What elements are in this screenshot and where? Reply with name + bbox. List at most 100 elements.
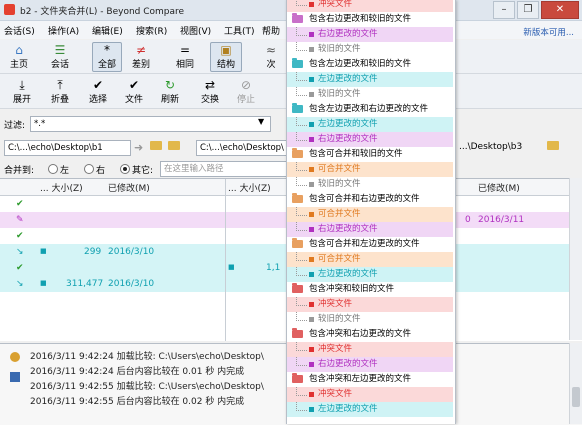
menu-help[interactable]: 帮助 — [262, 24, 280, 37]
file-status-icon — [309, 77, 314, 82]
close-button[interactable]: ✕ — [541, 1, 579, 19]
expand-icon: ⤓ — [19, 78, 25, 92]
log-scroll-thumb[interactable] — [572, 387, 580, 407]
tree-line — [296, 0, 307, 6]
file-status-icon — [309, 92, 314, 97]
refresh-button[interactable]: ↻ 刷新 — [156, 78, 184, 105]
log-gear-icon[interactable] — [10, 352, 20, 362]
menu-tools[interactable]: 工具(T) — [224, 24, 255, 37]
legend-label: 冲突文件 — [318, 0, 353, 9]
col-modified-left[interactable]: 已修改(M) — [108, 181, 150, 194]
refresh-label: 刷新 — [160, 95, 179, 105]
legend-label: 左边更改的文件 — [318, 269, 378, 279]
left-path-input[interactable]: C:\...\echo\Desktop\b1 — [4, 140, 131, 156]
sessions-button[interactable]: ☰ 会话 — [44, 43, 76, 70]
structure-label: 结构 — [216, 60, 235, 70]
legend-file-item: 右边更改的文件 — [287, 222, 453, 237]
grid-scrollbar[interactable] — [569, 178, 582, 340]
stop-button[interactable]: ⊘ 停止 — [232, 78, 260, 105]
legend-label: 右边更改的文件 — [318, 359, 378, 369]
file-status-icon — [309, 227, 314, 232]
legend-label: 包含冲突和较旧的文件 — [309, 284, 395, 294]
right-path-text[interactable]: ...\Desktop\b3 — [459, 142, 522, 152]
sessions-label: 会话 — [50, 60, 69, 70]
tree-line — [296, 207, 307, 216]
folder-icon — [292, 283, 303, 293]
row-check-icon: ✔ — [16, 199, 24, 209]
legend-label: 左边更改的文件 — [318, 404, 378, 414]
check-icon: ✔ — [92, 78, 104, 92]
log-scrollbar[interactable] — [569, 343, 582, 424]
left-up-folder-icon[interactable] — [168, 141, 180, 150]
files-label: 文件 — [124, 95, 143, 105]
file-status-icon — [309, 407, 314, 412]
file-status-icon — [309, 392, 314, 397]
col-size-center[interactable]: ... 大小(Z) — [228, 181, 271, 194]
legend-file-item: 可合并文件 — [287, 162, 453, 177]
swap-button[interactable]: ⇄ 交换 — [196, 78, 224, 105]
tree-line — [296, 162, 307, 171]
legend-file-item: 较旧的文件 — [287, 42, 453, 57]
folder-icon — [292, 373, 303, 383]
show-same-button[interactable]: = 相同 — [172, 43, 198, 70]
legend-label: 左边更改的文件 — [318, 119, 378, 129]
folder-icon — [292, 328, 303, 338]
center-path-input[interactable]: C:\...\echo\Desktop\ — [196, 140, 291, 156]
log-save-icon[interactable] — [10, 372, 20, 382]
row-left-newer-icon: ↘ — [16, 247, 24, 257]
legend-label: 包含可合并和较旧的文件 — [309, 149, 403, 159]
menu-session[interactable]: 会话(S) — [4, 24, 35, 37]
merge-path-input[interactable]: 在这里输入路径 — [160, 161, 289, 177]
filter-dropdown-icon[interactable]: ▼ — [258, 117, 264, 126]
show-all-button[interactable]: * 全部 — [92, 42, 122, 72]
legend-file-item: 冲突文件 — [287, 342, 453, 357]
folder-icon — [292, 13, 303, 23]
menu-search[interactable]: 搜索(R) — [136, 24, 167, 37]
left-folder-icon[interactable] — [150, 141, 162, 150]
tree-line — [296, 27, 307, 36]
legend-label: 包含左边更改和较旧的文件 — [309, 59, 412, 69]
legend-label: 包含左边更改和右边更改的文件 — [309, 104, 429, 114]
structure-button[interactable]: ▣ 结构 — [210, 42, 242, 72]
file-status-icon — [309, 2, 314, 7]
menu-view[interactable]: 视图(V) — [180, 24, 211, 37]
merge-right-radio[interactable]: 右 — [84, 163, 105, 176]
merge-other-radio[interactable]: 其它: — [120, 163, 153, 176]
expand-button[interactable]: ⤓ 展开 — [8, 78, 36, 105]
structure-icon: ▣ — [220, 43, 232, 57]
col-size-left[interactable]: ... 大小(Z) — [40, 181, 83, 194]
restore-button[interactable]: ❐ — [517, 1, 539, 19]
file-status-icon — [309, 302, 314, 307]
left-browse-arrow-icon[interactable]: ➜ — [134, 141, 143, 154]
show-diffs-button[interactable]: ≠ 差别 — [128, 43, 154, 70]
minimize-button[interactable]: – — [493, 1, 515, 19]
filter-input[interactable]: *.* — [30, 116, 271, 132]
asterisk-icon: * — [104, 43, 110, 57]
home-label: 主页 — [9, 60, 28, 70]
merge-left-label: 左 — [60, 166, 70, 176]
file-status-icon — [309, 122, 314, 127]
sessions-icon: ☰ — [54, 43, 66, 57]
stop-icon: ⊘ — [240, 78, 252, 92]
col-size-left-label: 大小(Z) — [51, 184, 83, 194]
file-status-icon — [309, 137, 314, 142]
legend-folder-item: 包含冲突和左边更改的文件 — [287, 372, 453, 387]
right-folder-icon[interactable] — [547, 141, 559, 150]
home-button[interactable]: ⌂ 主页 — [6, 43, 32, 70]
menu-edit[interactable]: 编辑(E) — [92, 24, 123, 37]
row-check-icon: ✔ — [16, 263, 24, 273]
menu-action[interactable]: 操作(A) — [48, 24, 79, 37]
collapse-button[interactable]: ⤒ 折叠 — [46, 78, 74, 105]
merge-left-radio[interactable]: 左 — [48, 163, 69, 176]
tree-line — [296, 342, 307, 351]
folder-icon — [292, 193, 303, 203]
legend-folder-item: 包含左边更改和较旧的文件 — [287, 57, 453, 72]
legend-file-item: 较旧的文件 — [287, 87, 453, 102]
new-version-link[interactable]: 新版本可用... — [523, 26, 574, 38]
files-button[interactable]: ✔ 文件 — [120, 78, 148, 105]
row-center-size: 1,1 — [266, 263, 281, 273]
collapse-label: 折叠 — [50, 95, 69, 105]
tree-line — [296, 42, 307, 51]
select-button[interactable]: ✔ 选择 — [84, 78, 112, 105]
minor-button[interactable]: ≈ 次 — [262, 43, 280, 70]
